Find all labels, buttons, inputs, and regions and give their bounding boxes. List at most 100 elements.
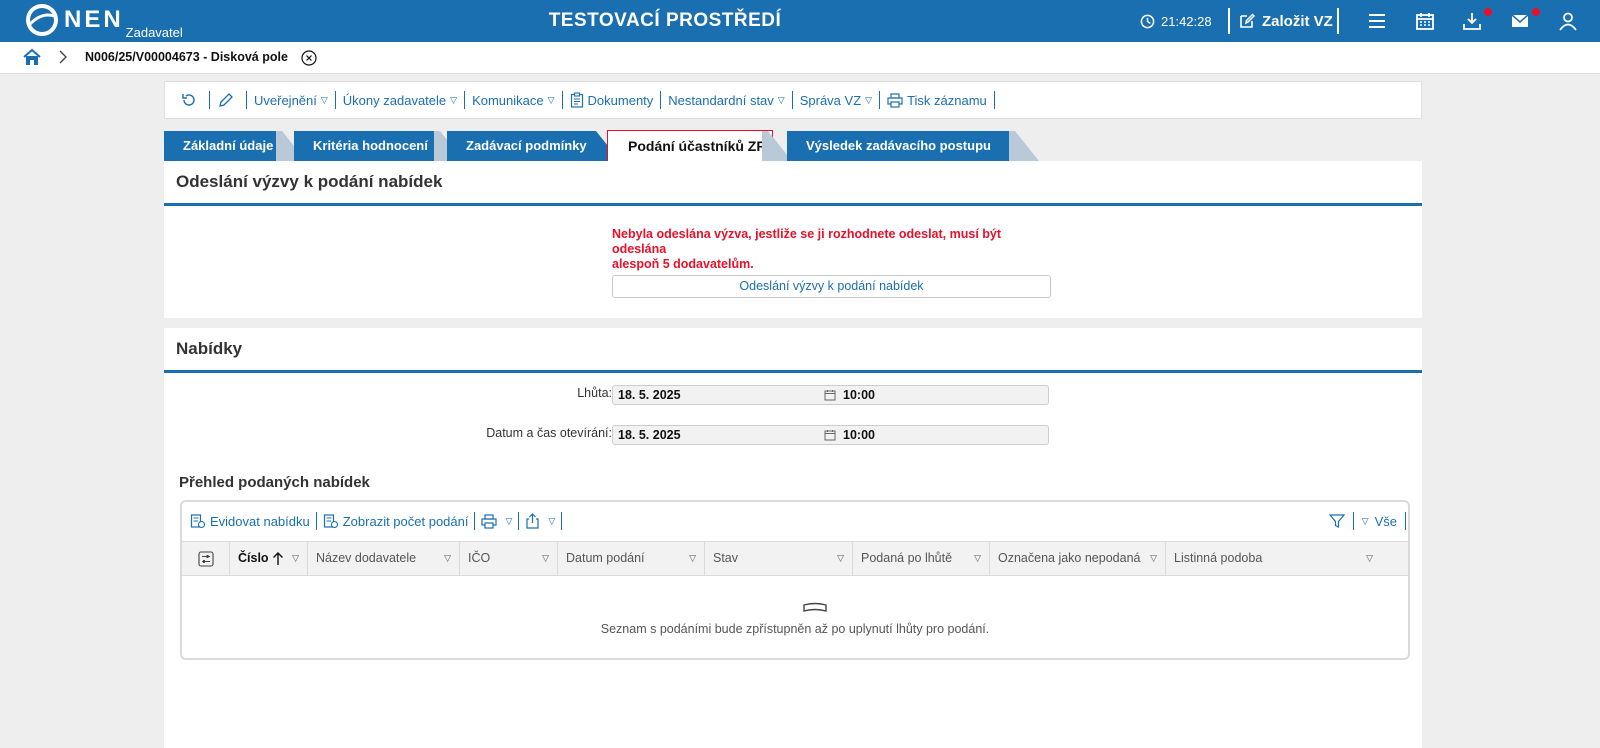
column-menu-icon[interactable]: ▽ (1366, 542, 1373, 575)
invite-title: Odeslání výzvy k podání nabídek (164, 161, 1422, 206)
clock-icon (1140, 14, 1155, 28)
filter-icon (1328, 514, 1345, 528)
calendar-icon[interactable] (1414, 10, 1436, 32)
opening-row: Datum a čas otevírání: 18. 5. 2025 10:00 (164, 422, 1422, 445)
grid-filter-toolbar: ▽ Vše (1321, 512, 1406, 530)
show-submission-count-button[interactable]: Zobrazit počet podání (323, 512, 476, 530)
mail-icon[interactable] (1509, 10, 1531, 32)
divider (1228, 8, 1230, 34)
tab-kriteria-hodnoceni[interactable]: Kritéria hodnocení (294, 131, 458, 161)
offers-panel: Nabídky Lhůta: 18. 5. 2025 10:00 Datum a… (164, 328, 1422, 748)
notification-dot (1484, 8, 1492, 16)
calendar-icon[interactable] (824, 429, 836, 441)
opening-label: Datum a čas otevírání: (486, 426, 612, 440)
column-menu-icon[interactable]: ▽ (689, 542, 696, 575)
chevron-right-icon (59, 50, 67, 64)
column-datum-podani[interactable]: Datum podání ▽ (558, 542, 705, 575)
deadline-label: Lhůta: (577, 386, 612, 400)
tab-bar: Základní údaje Kritéria hodnocení Zadáva… (164, 130, 1422, 162)
settings-sliders-icon (198, 551, 214, 567)
column-ico[interactable]: IČO ▽ (460, 542, 558, 575)
register-icon (190, 514, 206, 529)
column-nazev-dodavatele[interactable]: Název dodavatele ▽ (308, 542, 460, 575)
tab-vysledek-zadavaciho-postupu[interactable]: Výsledek zadávacího postupu (787, 131, 1033, 161)
deadline-row: Lhůta: 18. 5. 2025 10:00 (164, 382, 1422, 405)
refresh-icon (182, 94, 195, 106)
column-label: Listinná podoba (1174, 551, 1263, 565)
filter-button[interactable] (1321, 512, 1354, 530)
column-label: Číslo (238, 551, 269, 565)
filter-all-dropdown[interactable]: ▽ Vše (1354, 512, 1406, 530)
deadline-field[interactable]: 18. 5. 2025 10:00 (612, 385, 1049, 405)
caret-down-icon: ▽ (547, 94, 555, 105)
top-bar: NEN Zadavatel TESTOVACÍ PROSTŘEDÍ 21:42:… (0, 0, 1600, 42)
export-menu-button[interactable]: ▽ (525, 512, 563, 530)
menu-uverejneni[interactable]: Uveřejnění ▽ (247, 91, 336, 109)
menu-label: Dokumenty (587, 92, 654, 108)
column-label: Podaná po lhůtě (861, 551, 953, 565)
column-label: IČO (468, 551, 491, 565)
menu-tisk-zaznamu[interactable]: Tisk záznamu (880, 91, 995, 109)
opening-time: 10:00 (843, 428, 875, 442)
caret-down-icon: ▽ (450, 94, 458, 105)
tab-separator (1009, 131, 1039, 161)
menu-sprava-vz[interactable]: Správa VZ ▽ (793, 91, 881, 109)
send-invitation-button[interactable]: Odeslání výzvy k podání nabídek (612, 275, 1051, 298)
offers-title: Nabídky (164, 328, 1422, 373)
menu-nestandardni-stav[interactable]: Nestandardní stav ▽ (661, 91, 793, 109)
column-menu-icon[interactable]: ▽ (837, 542, 844, 575)
tab-podani-ucastniku[interactable]: Podání účastníků ZP (607, 130, 773, 162)
menu-ukony-zadavatele[interactable]: Úkony zadavatele ▽ (336, 91, 466, 109)
column-menu-icon[interactable]: ▽ (444, 542, 451, 575)
sort-ascending-icon[interactable] (272, 552, 284, 566)
caret-down-icon: ▽ (1361, 515, 1369, 526)
overview-title: Přehled podaných nabídek (179, 474, 370, 491)
clipboard-icon (570, 92, 583, 108)
user-icon[interactable] (1557, 10, 1579, 32)
column-stav[interactable]: Stav ▽ (705, 542, 853, 575)
show-submission-count-label: Zobrazit počet podání (342, 513, 469, 529)
menu-dokumenty[interactable]: Dokumenty (563, 91, 662, 109)
create-contract-button[interactable]: Založit VZ (1238, 0, 1333, 42)
calendar-icon[interactable] (824, 389, 836, 401)
invite-warning: Nebyla odeslána výzva, jestliže se ji ro… (612, 227, 1052, 272)
menu-label: Úkony zadavatele (342, 92, 447, 108)
home-icon[interactable] (22, 48, 42, 67)
opening-field[interactable]: 18. 5. 2025 10:00 (612, 425, 1049, 445)
menu-label: Komunikace (472, 92, 544, 108)
menu-label: Uveřejnění (254, 92, 317, 108)
filter-all-label: Vše (1374, 513, 1397, 529)
breadcrumb-current: N006/25/V00004673 - Disková pole (85, 50, 288, 64)
menu-icon[interactable] (1366, 10, 1388, 32)
column-label: Stav (713, 551, 739, 565)
download-icon[interactable] (1461, 10, 1483, 32)
caret-down-icon: ▽ (320, 94, 328, 105)
refresh-button[interactable] (173, 91, 210, 109)
column-menu-icon[interactable]: ▽ (292, 542, 299, 575)
pencil-icon (219, 93, 233, 107)
notification-dot (1532, 8, 1540, 16)
column-label: Datum podání (566, 551, 645, 565)
column-oznacena-jako-nepodana[interactable]: Označena jako nepodaná ▽ (990, 542, 1166, 575)
column-menu-icon[interactable]: ▽ (974, 542, 981, 575)
menu-label: Nestandardní stav (668, 92, 774, 108)
column-menu-icon[interactable]: ▽ (542, 542, 549, 575)
printer-icon (481, 513, 498, 529)
register-offer-button[interactable]: Evidovat nabídku (190, 512, 317, 530)
column-settings-button[interactable] (182, 542, 230, 575)
empty-tray-icon (803, 602, 827, 612)
edit-button[interactable] (210, 91, 247, 109)
offers-grid: Evidovat nabídku Zobrazit počet podání ▽ (180, 500, 1410, 660)
environment-title: TESTOVACÍ PROSTŘEDÍ (548, 10, 782, 31)
column-podana-po-lhute[interactable]: Podaná po lhůtě ▽ (853, 542, 990, 575)
count-icon (323, 514, 338, 529)
column-cislo[interactable]: Číslo ▽ (230, 542, 308, 575)
column-menu-icon[interactable]: ▽ (1150, 542, 1157, 575)
menu-komunikace[interactable]: Komunikace ▽ (465, 91, 563, 109)
column-listinna-podoba[interactable]: Listinná podoba ▽ (1166, 542, 1381, 575)
close-icon[interactable] (301, 50, 317, 66)
deadline-date: 18. 5. 2025 (618, 388, 681, 402)
warning-line: Nebyla odeslána výzva, jestliže se ji ro… (612, 227, 1002, 256)
print-menu-button[interactable]: ▽ (481, 512, 520, 530)
tab-zadavaci-podminky[interactable]: Zadávací podmínky (447, 131, 620, 161)
